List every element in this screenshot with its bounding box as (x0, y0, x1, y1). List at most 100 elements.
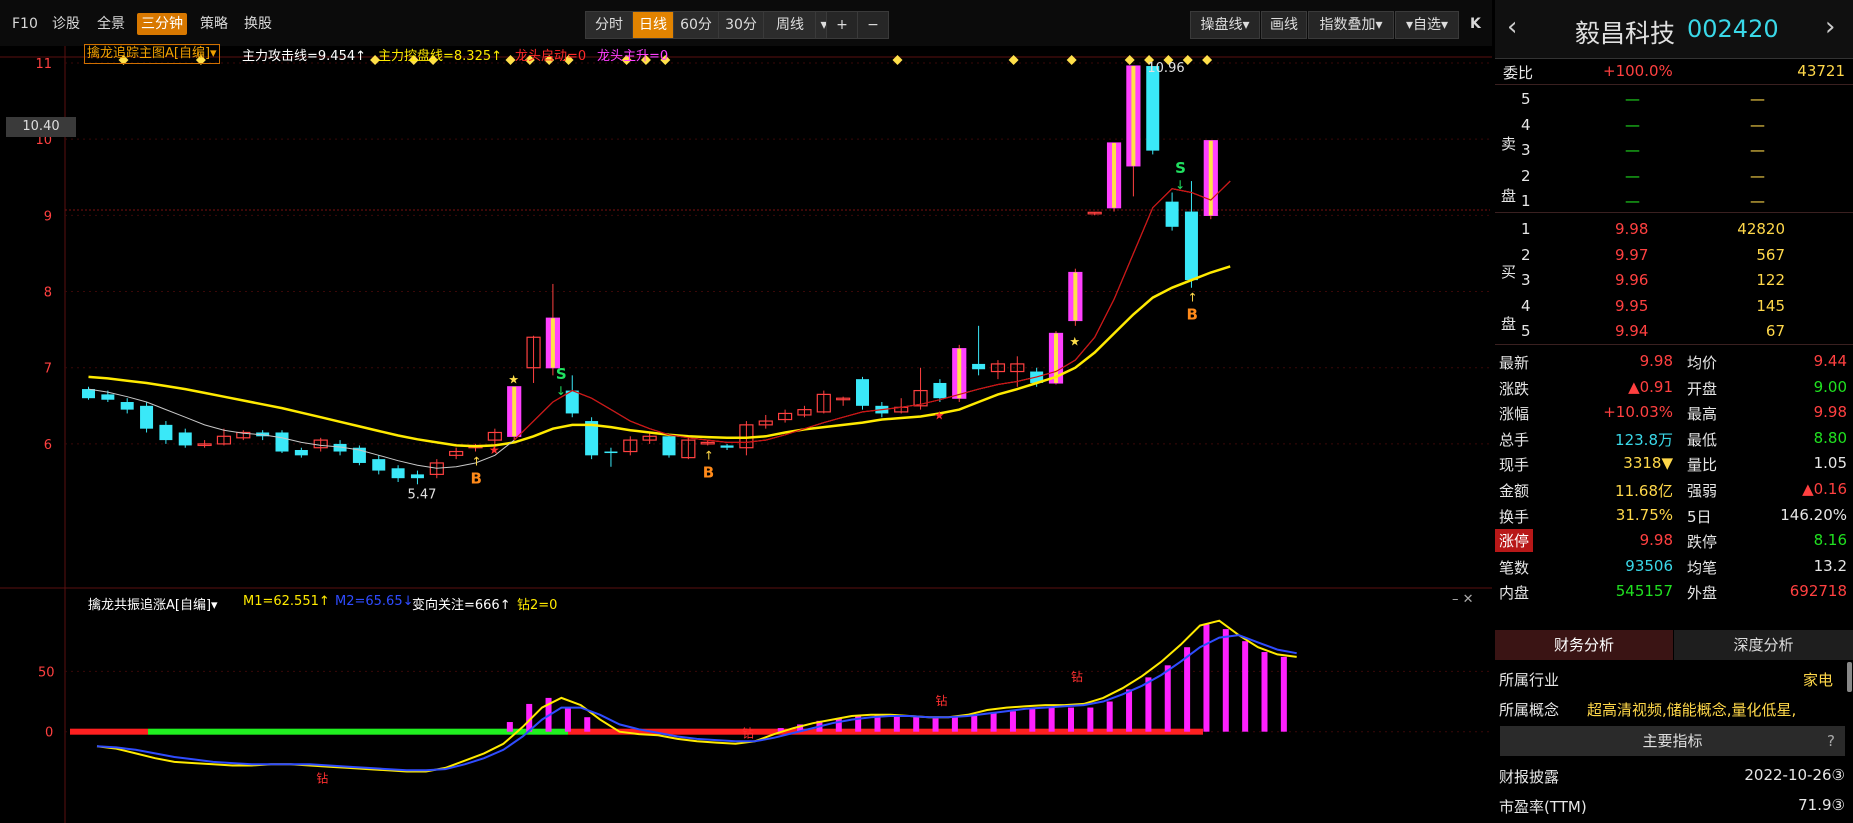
dragon-start-value: 龙头启动=0 (515, 49, 587, 64)
m2-line (96, 634, 1297, 772)
tab-daily[interactable]: 日线 (632, 11, 674, 39)
order-price: — (1625, 141, 1640, 159)
order-price: — (1625, 115, 1640, 134)
trading-line-button[interactable]: 操盘线▾ (1190, 11, 1260, 39)
order-volume: 567 (1756, 245, 1785, 264)
tab-depth-analysis[interactable]: 深度分析 (1674, 630, 1853, 660)
current-price-tag: 10.40 (6, 117, 76, 137)
tab-intraday[interactable]: 分时 (585, 11, 633, 39)
sell-order-row[interactable]: 5 — — (1495, 86, 1853, 112)
candle-body (856, 379, 869, 406)
kline-chart[interactable]: 678910115.4710.96B↑B↑B↑S↓S↓★★★★050钻钻钻钻 (0, 46, 1492, 823)
help-icon[interactable]: ? (1827, 726, 1835, 756)
zoom-out-button[interactable]: − (857, 11, 889, 39)
stat-value: 93506 (1625, 556, 1673, 575)
candle-body (1184, 211, 1198, 281)
sell-order-row[interactable]: 1 — — (1495, 188, 1853, 214)
sub-bar (1242, 641, 1249, 732)
stat-label: 涨幅 (1499, 405, 1530, 424)
star-marker-red: ★ (489, 443, 500, 457)
scrollbar-thumb[interactable] (1847, 662, 1852, 692)
analysis-tabs: 财务分析 深度分析 (1495, 630, 1853, 660)
order-level: 1 (1521, 220, 1531, 238)
stat-value: 9.98 (1639, 352, 1673, 370)
buy-order-row[interactable]: 3 9.96 122 (1495, 267, 1853, 293)
divider (1495, 84, 1853, 85)
sub-bar (913, 717, 920, 732)
sell-order-row[interactable]: 2 — — (1495, 163, 1853, 189)
order-price: 9.98 (1615, 220, 1649, 238)
stat-value: 692718 (1789, 582, 1847, 601)
stat-label: 涨跌 (1499, 379, 1530, 398)
candle-body (410, 474, 424, 479)
tab-30min[interactable]: 30分 (718, 11, 764, 39)
panorama-button[interactable]: 全景 (93, 13, 129, 35)
weibi-row: 委比 +100.0% 43721 (1495, 58, 1853, 84)
industry-value[interactable]: 家电 (1803, 669, 1833, 690)
tab-financial-analysis[interactable]: 财务分析 (1495, 630, 1673, 660)
sell-order-row[interactable]: 4 — — (1495, 112, 1853, 138)
sub-bar (990, 712, 997, 732)
stat-row: 涨跌 ▲0.91 开盘 9.00 (1495, 374, 1853, 400)
stat-row: 笔数 93506 均笔 13.2 (1495, 553, 1853, 579)
buy-order-row[interactable]: 1 9.98 42820 (1495, 216, 1853, 242)
drill-label: 钻 (936, 693, 948, 708)
next-stock-icon[interactable]: › (1825, 12, 1835, 42)
order-price: — (1625, 166, 1640, 185)
buy-arrow: ↑ (472, 455, 482, 469)
main-indicators-button[interactable]: 主要指标 ? (1500, 726, 1845, 756)
collapse-panel-icon[interactable]: K (1466, 13, 1485, 35)
stat-value: 9.98 (1813, 403, 1847, 422)
buy-signal-label: B (1186, 306, 1197, 324)
watchlist-button[interactable]: ▾自选▾ (1395, 11, 1459, 39)
sub-indicator-selector[interactable]: 擒龙共振追涨A[自编]▾ (88, 594, 218, 613)
switch-stock-button[interactable]: 换股 (240, 13, 276, 35)
sub-panel-controls[interactable]: – ✕ (1452, 592, 1474, 607)
buy-order-row[interactable]: 4 9.95 145 (1495, 293, 1853, 319)
stat-value: 9.98 (1639, 531, 1673, 550)
y-tick-label: 8 (44, 286, 52, 301)
star-marker: ★ (508, 373, 519, 387)
zoom-in-button[interactable]: + (826, 11, 858, 39)
f10-button[interactable]: F10 (8, 13, 42, 35)
pe-row: 市盈率(TTM) 71.9③ (1495, 792, 1853, 818)
candle-body (933, 382, 947, 399)
tab-weekly[interactable]: 周线 (763, 11, 817, 39)
sell-signal-label: S (1175, 159, 1186, 177)
stat-row: 金额 11.68亿 强弱 ▲0.16 (1495, 476, 1853, 502)
attack-line-early (88, 180, 1231, 469)
sub-indicator-legend: 擒龙共振追涨A[自编]▾ M1=62.551↑ M2=65.65↓ 变向关注=6… (0, 590, 1492, 613)
prev-stock-icon[interactable]: ‹ (1507, 12, 1517, 42)
diagnose-button[interactable]: 诊股 (48, 13, 84, 35)
draw-line-button[interactable]: 画线 (1261, 11, 1307, 39)
candle-body (391, 468, 405, 479)
star-marker-red: ★ (934, 409, 945, 423)
main-indicator-selector[interactable]: 擒龙追踪主图A[自编]▾ (84, 44, 220, 64)
sell-order-row[interactable]: 3 — — (1495, 137, 1853, 163)
candle-core (957, 348, 962, 399)
concept-value[interactable]: 超高清视频,储能概念,量化低星, (1587, 699, 1837, 720)
sub-bar (1087, 707, 1094, 732)
order-level: 5 (1521, 90, 1531, 108)
candle-body (82, 389, 95, 399)
stat-value: 123.8万 (1615, 430, 1673, 449)
control-line-value: 主力控盘线=8.325↑ (378, 49, 503, 64)
sub-bar (971, 716, 978, 732)
strategy-button[interactable]: 策略 (196, 13, 232, 35)
candle-core (512, 386, 517, 437)
stat-value: 3318▼ (1623, 454, 1673, 473)
stat-row: 涨停 9.98 跌停 8.16 (1495, 527, 1853, 553)
concept-label: 所属概念 (1499, 701, 1560, 719)
candle-body (1165, 201, 1179, 227)
three-minute-button[interactable]: 三分钟 (137, 13, 187, 35)
main-indicator-legend: 擒龙追踪主图A[自编]▾ 主力攻击线=9.454↑ 主力控盘线=8.325↑ 龙… (0, 44, 1492, 64)
weicha-value: 43721 (1797, 62, 1845, 80)
index-overlay-button[interactable]: 指数叠加▾ (1308, 11, 1394, 39)
buy-order-row[interactable]: 5 9.94 67 (1495, 318, 1853, 344)
stat-label: 均价 (1687, 354, 1718, 372)
order-price: — (1625, 90, 1640, 108)
buy-order-row[interactable]: 2 9.97 567 (1495, 242, 1853, 268)
sub-bar (1106, 701, 1113, 732)
chart-area[interactable]: 6 7 8 9 10 11 5.47 10.96 B ↑ B ↑ B ↑ S ↓ S ↓ ★ ★ ★ ★ 0 50 钻钻钻钻 (0, 46, 1492, 823)
tab-60min[interactable]: 60分 (673, 11, 719, 39)
